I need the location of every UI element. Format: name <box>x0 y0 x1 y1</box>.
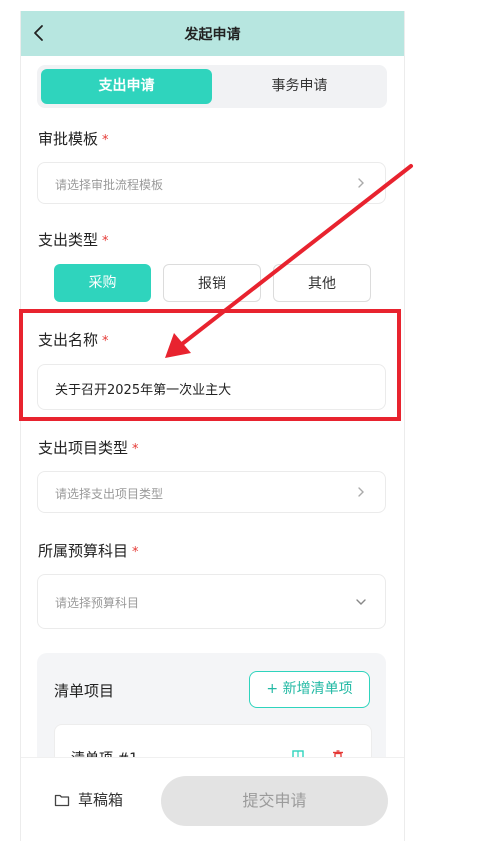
template-placeholder: 请选择审批流程模板 <box>55 178 164 192</box>
phone-screen: 发起申请 支出申请 事务申请 审批模板 * 请选择审批流程模板 支出类型 * 采购 … <box>20 11 405 841</box>
drafts-label: 草稿箱 <box>78 791 124 809</box>
template-label: 审批模板 * <box>38 128 109 149</box>
list-items-title: 清单项目 <box>54 682 115 700</box>
project-type-placeholder: 请选择支出项目类型 <box>55 487 164 501</box>
bottom-action-bar: 草稿箱 提交申请 <box>21 757 404 841</box>
expense-type-label: 支出类型 * <box>38 229 109 250</box>
required-mark: * <box>132 442 139 457</box>
chevron-right-icon <box>358 178 364 188</box>
template-select[interactable]: 请选择审批流程模板 <box>37 162 386 204</box>
required-mark: * <box>132 545 139 560</box>
required-mark: * <box>102 234 109 249</box>
expense-type-reimbursement-button[interactable]: 报销 <box>163 264 261 302</box>
project-type-label: 支出项目类型 * <box>38 437 139 458</box>
required-mark: * <box>102 133 109 148</box>
drafts-button[interactable]: 草稿箱 <box>54 789 123 810</box>
top-bar: 发起申请 <box>21 11 404 56</box>
chevron-down-icon <box>356 599 366 605</box>
project-type-label-text: 支出项目类型 <box>38 439 129 457</box>
highlight-box <box>19 309 401 421</box>
expense-type-label-text: 支出类型 <box>38 231 99 249</box>
submit-application-button[interactable]: 提交申请 <box>161 776 388 826</box>
expense-type-other-button[interactable]: 其他 <box>273 264 371 302</box>
budget-subject-placeholder: 请选择预算科目 <box>55 596 140 610</box>
template-label-text: 审批模板 <box>38 130 99 148</box>
expense-type-purchase-button[interactable]: 采购 <box>54 264 151 302</box>
tab-expense-application[interactable]: 支出申请 <box>41 69 212 104</box>
add-list-item-button[interactable]: + 新增清单项 <box>249 671 370 708</box>
chevron-right-icon <box>358 487 364 497</box>
tab-affairs-application[interactable]: 事务申请 <box>216 69 383 104</box>
folder-icon <box>54 794 70 806</box>
project-type-select[interactable]: 请选择支出项目类型 <box>37 471 386 513</box>
budget-subject-select[interactable]: 请选择预算科目 <box>37 574 386 629</box>
budget-subject-label: 所属预算科目 * <box>38 540 139 561</box>
page-title: 发起申请 <box>184 27 241 43</box>
budget-subject-label-text: 所属预算科目 <box>38 542 129 560</box>
application-type-tabs: 支出申请 事务申请 <box>37 65 387 108</box>
